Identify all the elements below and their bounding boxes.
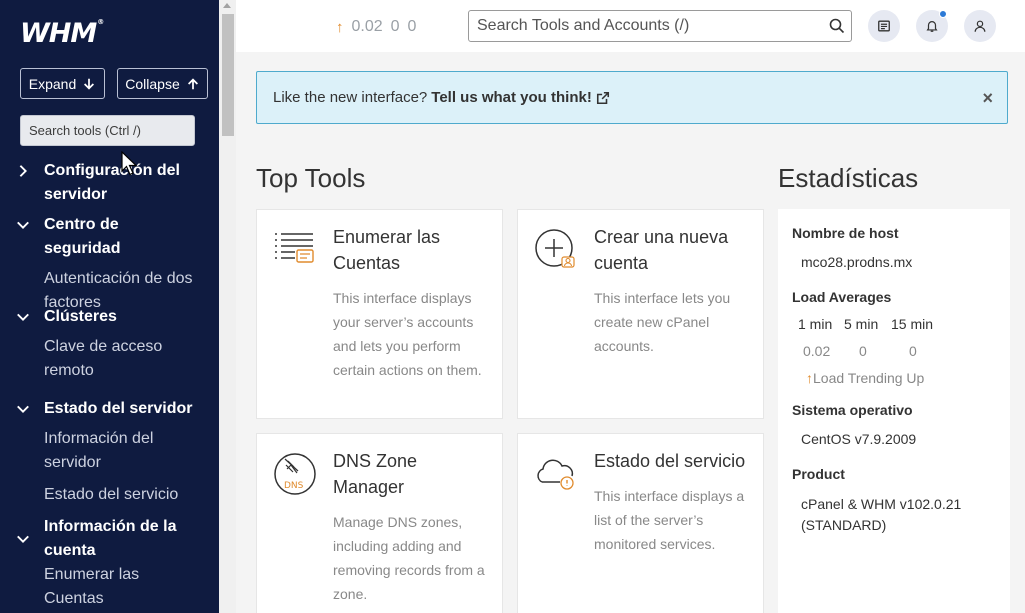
sidebar-item-list-accounts[interactable]: Enumerar las Cuentas	[0, 563, 200, 611]
chevron-down-icon	[17, 535, 29, 543]
top-tools-title: Top Tools	[256, 163, 366, 193]
tool-card-dns-zone-manager[interactable]: DNS DNS Zone Manager Manage DNS zones, i…	[256, 433, 503, 613]
card-title: Estado del servicio	[594, 451, 746, 471]
os-label: Sistema operativo	[792, 402, 913, 418]
product-label: Product	[792, 466, 845, 482]
sidebar-section-server-status: Estado del servidor Información del serv…	[0, 397, 219, 507]
stats-title: Estadísticas	[778, 163, 919, 193]
sidebar-section-security: Centro de seguridad Autenticación de dos…	[0, 213, 219, 315]
product-value: cPanel & WHM v102.0.21 (STANDARD)	[801, 496, 962, 533]
sidebar-search-input[interactable]	[20, 115, 195, 146]
sidebar-item-remote-access-key[interactable]: Clave de acceso remoto	[0, 335, 200, 383]
sidebar-section-clusters: Clústeres Clave de acceso remoto	[0, 305, 219, 383]
trend-up-icon: ↑	[336, 18, 344, 36]
card-description: This interface displays a list of the se…	[594, 488, 745, 552]
card-title: Crear una nueva cuenta	[594, 227, 729, 273]
close-notice-button[interactable]: ×	[982, 88, 993, 109]
sidebar-section-header[interactable]: Configuración del servidor	[0, 159, 219, 207]
top-search-box	[468, 10, 852, 42]
external-link-icon[interactable]	[596, 91, 610, 105]
os-value: CentOS v7.9.2009	[801, 431, 917, 447]
chevron-down-icon	[17, 221, 29, 229]
load-trend: ↑Load Trending Up	[806, 370, 925, 386]
chevron-down-icon	[17, 313, 29, 321]
load-averages-headers: 1 min 5 min 15 min	[798, 316, 934, 332]
notifications-button[interactable]	[916, 10, 948, 42]
tool-card-list-accounts[interactable]: Enumerar las Cuentas This interface disp…	[256, 209, 503, 419]
tool-card-create-account[interactable]: Crear una nueva cuenta This interface le…	[517, 209, 764, 419]
sidebar-section-header[interactable]: Centro de seguridad	[0, 213, 219, 261]
svg-text:DNS: DNS	[284, 481, 304, 491]
scroll-up-arrow-icon[interactable]	[223, 3, 231, 8]
feedback-link[interactable]: Tell us what you think!	[431, 89, 592, 106]
main-content: ↑ 0.02 0 0 Like the new interface? Tell …	[236, 0, 1025, 613]
card-description: This interface displays your server’s ac…	[333, 290, 482, 378]
stats-panel: Nombre de host mco28.prodns.mx Load Aver…	[778, 209, 1010, 613]
feedback-notice: Like the new interface? Tell us what you…	[256, 71, 1008, 124]
card-description: Manage DNS zones, including adding and r…	[333, 514, 485, 602]
hostname-value: mco28.prodns.mx	[801, 254, 913, 270]
tool-card-service-status[interactable]: Estado del servicio This interface displ…	[517, 433, 764, 613]
service-status-icon	[537, 459, 574, 490]
bell-icon	[926, 21, 938, 32]
card-description: This interface lets you create new cPane…	[594, 290, 731, 354]
expand-button[interactable]: Expand	[20, 68, 105, 99]
sidebar: WHM® Expand Collapse Configuración del s…	[0, 0, 219, 613]
collapse-button[interactable]: Collapse	[117, 68, 208, 99]
user-menu-button[interactable]	[964, 10, 996, 42]
arrow-down-icon	[84, 78, 95, 90]
notification-dot	[939, 10, 947, 18]
sidebar-scrollbar-thumb[interactable]	[222, 14, 234, 136]
load-indicator[interactable]: ↑ 0.02 0 0	[336, 18, 416, 36]
card-title: DNS Zone Manager	[333, 451, 418, 497]
search-icon[interactable]	[829, 18, 845, 34]
sidebar-section-header[interactable]: Estado del servidor	[0, 397, 219, 421]
newspaper-icon	[878, 20, 890, 32]
load-averages-label: Load Averages	[792, 289, 892, 305]
sidebar-section-server-config: Configuración del servidor	[0, 159, 219, 207]
load-averages-values: 0.02 0 0	[803, 343, 917, 359]
chevron-down-icon	[17, 405, 29, 413]
list-accounts-icon	[275, 233, 314, 263]
hostname-label: Nombre de host	[792, 225, 899, 241]
top-search-input[interactable]	[469, 11, 809, 41]
sidebar-section-account-info: Información de la cuenta Enumerar las Cu…	[0, 515, 219, 611]
arrow-up-icon	[187, 77, 198, 89]
user-icon	[974, 20, 986, 32]
sidebar-section-header[interactable]: Clústeres	[0, 305, 219, 329]
whm-logo[interactable]: WHM®	[20, 18, 104, 49]
chevron-right-icon	[19, 165, 27, 177]
sidebar-item-server-info[interactable]: Información del servidor	[0, 427, 200, 475]
mouse-cursor-icon	[121, 151, 138, 176]
top-bar: ↑ 0.02 0 0	[236, 0, 1025, 52]
card-title: Enumerar las Cuentas	[333, 227, 441, 273]
news-button[interactable]	[868, 10, 900, 42]
dns-zone-icon: DNS	[274, 453, 316, 495]
trend-up-icon: ↑	[806, 370, 813, 386]
create-account-icon	[535, 229, 575, 268]
sidebar-section-header[interactable]: Información de la cuenta	[0, 515, 219, 563]
sidebar-item-service-status[interactable]: Estado del servicio	[0, 483, 200, 507]
